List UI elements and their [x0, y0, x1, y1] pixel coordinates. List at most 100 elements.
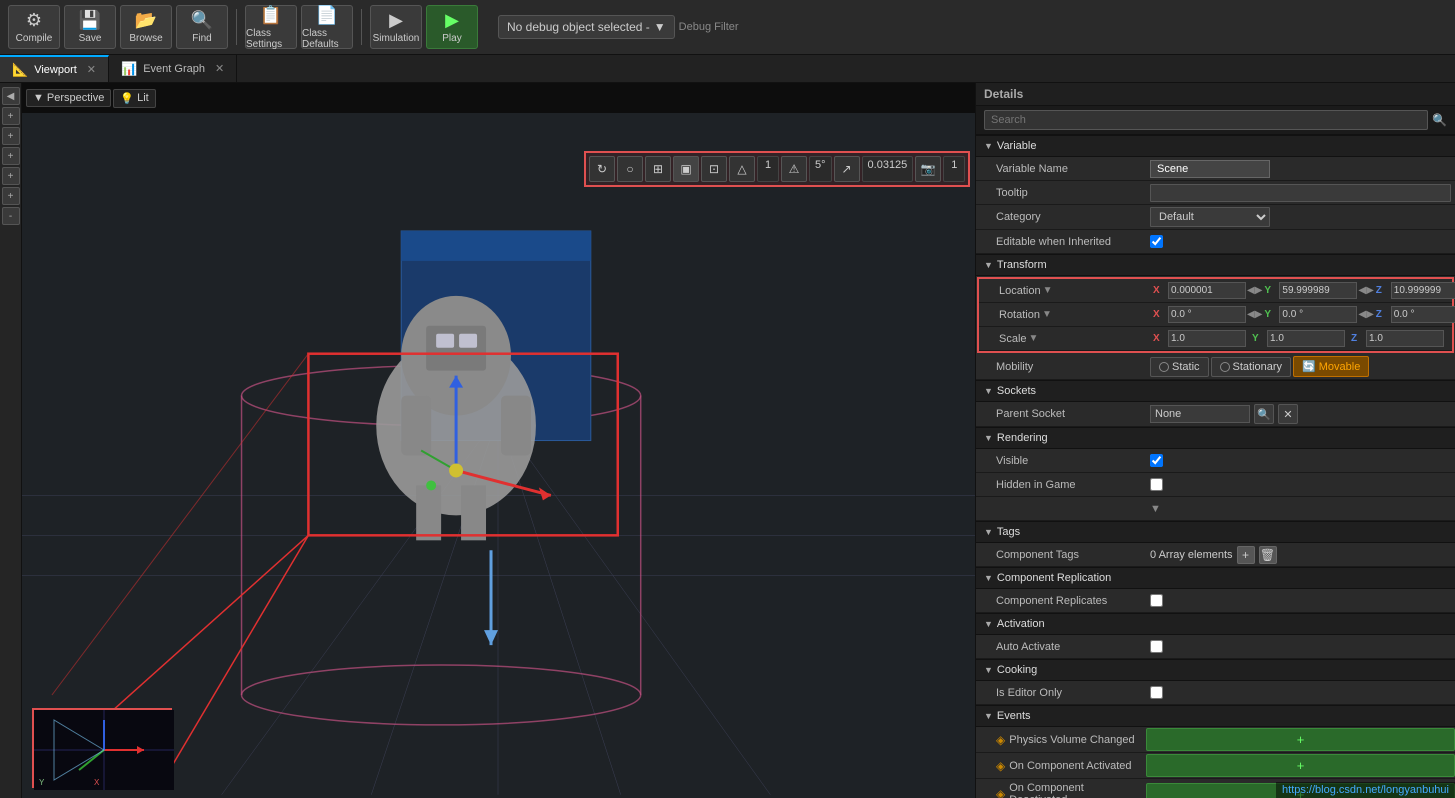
rotation-x-input[interactable] — [1168, 306, 1246, 323]
scale-z-label: Z — [1351, 333, 1365, 344]
scale-y-input[interactable] — [1267, 330, 1345, 347]
section-tags[interactable]: ▼ Tags — [976, 521, 1455, 543]
left-strip-btn-4[interactable]: + — [2, 147, 20, 165]
vp-tri-btn[interactable]: △ — [729, 156, 755, 182]
location-z-input[interactable] — [1391, 282, 1455, 299]
section-variable[interactable]: ▼ Variable — [976, 135, 1455, 157]
perspective-dropdown[interactable]: ▼ Perspective — [26, 89, 111, 107]
section-rendering[interactable]: ▼ Rendering — [976, 427, 1455, 449]
editable-checkbox[interactable] — [1150, 235, 1163, 248]
class-settings-button[interactable]: 📋 Class Settings — [245, 5, 297, 49]
compile-button[interactable]: ⚙ Compile — [8, 5, 60, 49]
event-graph-close[interactable]: ✕ — [215, 62, 224, 75]
socket-search-btn[interactable]: 🔍 — [1254, 404, 1274, 424]
vp-arrow-btn[interactable]: ↗ — [834, 156, 860, 182]
section-events[interactable]: ▼ Events — [976, 705, 1455, 727]
vp-grid-btn[interactable]: ⊞ — [645, 156, 671, 182]
rot-x-arrow[interactable]: ◀▶ — [1247, 309, 1262, 320]
left-strip-btn-6[interactable]: + — [2, 187, 20, 205]
section-transform[interactable]: ▼ Transform — [976, 254, 1455, 276]
svg-text:X: X — [94, 778, 100, 787]
prop-rendering-expand: ▼ — [976, 497, 1455, 521]
transform-highlight: Location ▼ X ◀▶ Y ◀▶ — [977, 277, 1454, 353]
play-button[interactable]: ▶ Play — [426, 5, 478, 49]
visible-checkbox[interactable] — [1150, 454, 1163, 467]
left-strip-btn-5[interactable]: + — [2, 167, 20, 185]
section-sockets[interactable]: ▼ Sockets — [976, 380, 1455, 402]
search-input[interactable] — [984, 110, 1428, 130]
debug-filter-label: Debug Filter — [679, 21, 739, 33]
section-activation[interactable]: ▼ Activation — [976, 613, 1455, 635]
mobility-movable-btn[interactable]: 🔄 Movable — [1293, 356, 1369, 377]
browse-icon: 📂 — [135, 10, 157, 31]
scale-x-label: X — [1153, 333, 1167, 344]
tab-event-graph[interactable]: 📊 Event Graph ✕ — [109, 55, 237, 82]
left-strip-btn-3[interactable]: + — [2, 127, 20, 145]
viewport-close[interactable]: ✕ — [87, 63, 96, 76]
left-strip-btn-7[interactable]: - — [2, 207, 20, 225]
location-arrow[interactable]: ▼ — [1043, 285, 1053, 296]
browse-button[interactable]: 📂 Browse — [120, 5, 172, 49]
simulation-button[interactable]: ▶ Simulation — [370, 5, 422, 49]
hidden-in-game-checkbox[interactable] — [1150, 478, 1163, 491]
vp-camera-btn[interactable]: 📷 — [915, 156, 941, 182]
vp-num-1[interactable]: 1 — [757, 156, 779, 182]
vp-rotate-btn[interactable]: ↻ — [589, 156, 615, 182]
prop-component-replicates: Component Replicates — [976, 589, 1455, 613]
rot-y-arrow[interactable]: ◀▶ — [1358, 309, 1373, 320]
tooltip-input[interactable] — [1150, 184, 1451, 202]
replicates-checkbox[interactable] — [1150, 594, 1163, 607]
vp-num-last[interactable]: 1 — [943, 156, 965, 182]
prop-editor-only: Is Editor Only — [976, 681, 1455, 705]
scale-z-input[interactable] — [1366, 330, 1444, 347]
vp-num-5deg[interactable]: 5° — [809, 156, 832, 182]
mobility-static-btn[interactable]: Static — [1150, 357, 1209, 377]
vp-circle-btn[interactable]: ○ — [617, 156, 643, 182]
event-component-activated: ◈ On Component Activated + — [976, 753, 1455, 779]
rotation-arrow[interactable]: ▼ — [1042, 309, 1052, 320]
section-variable-triangle: ▼ — [984, 141, 993, 151]
vp-warning-btn[interactable]: ⚠ — [781, 156, 807, 182]
left-strip-btn-2[interactable]: + — [2, 107, 20, 125]
left-strip-btn-1[interactable]: ◀ — [2, 87, 20, 105]
rot-y-label: Y — [1264, 309, 1278, 320]
tab-viewport[interactable]: 📐 Viewport ✕ — [0, 55, 109, 82]
physics-volume-add-btn[interactable]: + — [1146, 728, 1455, 751]
vp-box-btn[interactable]: ▣ — [673, 156, 699, 182]
viewport-container[interactable]: ▼ Perspective 💡 Lit ↻ ○ ⊞ ▣ ⊡ △ 1 ⚠ 5° ↗… — [22, 83, 975, 798]
save-button[interactable]: 💾 Save — [64, 5, 116, 49]
scale-x-input[interactable] — [1168, 330, 1246, 347]
tab-bar: 📐 Viewport ✕ 📊 Event Graph ✕ — [0, 55, 1455, 83]
socket-input[interactable] — [1150, 405, 1250, 423]
class-defaults-button[interactable]: 📄 Class Defaults — [301, 5, 353, 49]
auto-activate-checkbox[interactable] — [1150, 640, 1163, 653]
variable-name-input[interactable] — [1150, 160, 1270, 178]
right-panel: Details 🔍 ▼ Variable Variable Name Toolt… — [975, 83, 1455, 798]
loc-x-arrow[interactable]: ◀▶ — [1247, 285, 1262, 296]
mobility-stationary-btn[interactable]: Stationary — [1211, 357, 1292, 377]
rot-x-label: X — [1153, 309, 1167, 320]
socket-clear-btn[interactable]: ✕ — [1278, 404, 1298, 424]
section-cooking[interactable]: ▼ Cooking — [976, 659, 1455, 681]
scale-arrow[interactable]: ▼ — [1029, 333, 1039, 344]
vp-scale-val[interactable]: 0.03125 — [862, 156, 914, 182]
loc-y-arrow[interactable]: ◀▶ — [1358, 285, 1373, 296]
vp-grid2-btn[interactable]: ⊡ — [701, 156, 727, 182]
prop-visible: Visible — [976, 449, 1455, 473]
component-activated-add-btn[interactable]: + — [1146, 754, 1455, 777]
rendering-expand-btn[interactable]: ▼ — [1150, 503, 1161, 515]
tags-add-btn[interactable]: + — [1237, 546, 1255, 564]
debug-filter-dropdown[interactable]: No debug object selected - ▼ — [498, 15, 675, 39]
category-dropdown[interactable]: Default — [1150, 207, 1270, 227]
section-component-replication[interactable]: ▼ Component Replication — [976, 567, 1455, 589]
editor-only-checkbox[interactable] — [1150, 686, 1163, 699]
tags-del-btn[interactable]: 🗑 — [1259, 546, 1277, 564]
rotation-z-input[interactable] — [1391, 306, 1455, 323]
rotation-y-input[interactable] — [1279, 306, 1357, 323]
section-sockets-triangle: ▼ — [984, 386, 993, 396]
minimap: Y X — [32, 708, 172, 788]
lit-dropdown[interactable]: 💡 Lit — [113, 89, 155, 108]
location-x-input[interactable] — [1168, 282, 1246, 299]
location-y-input[interactable] — [1279, 282, 1357, 299]
find-button[interactable]: 🔍 Find — [176, 5, 228, 49]
